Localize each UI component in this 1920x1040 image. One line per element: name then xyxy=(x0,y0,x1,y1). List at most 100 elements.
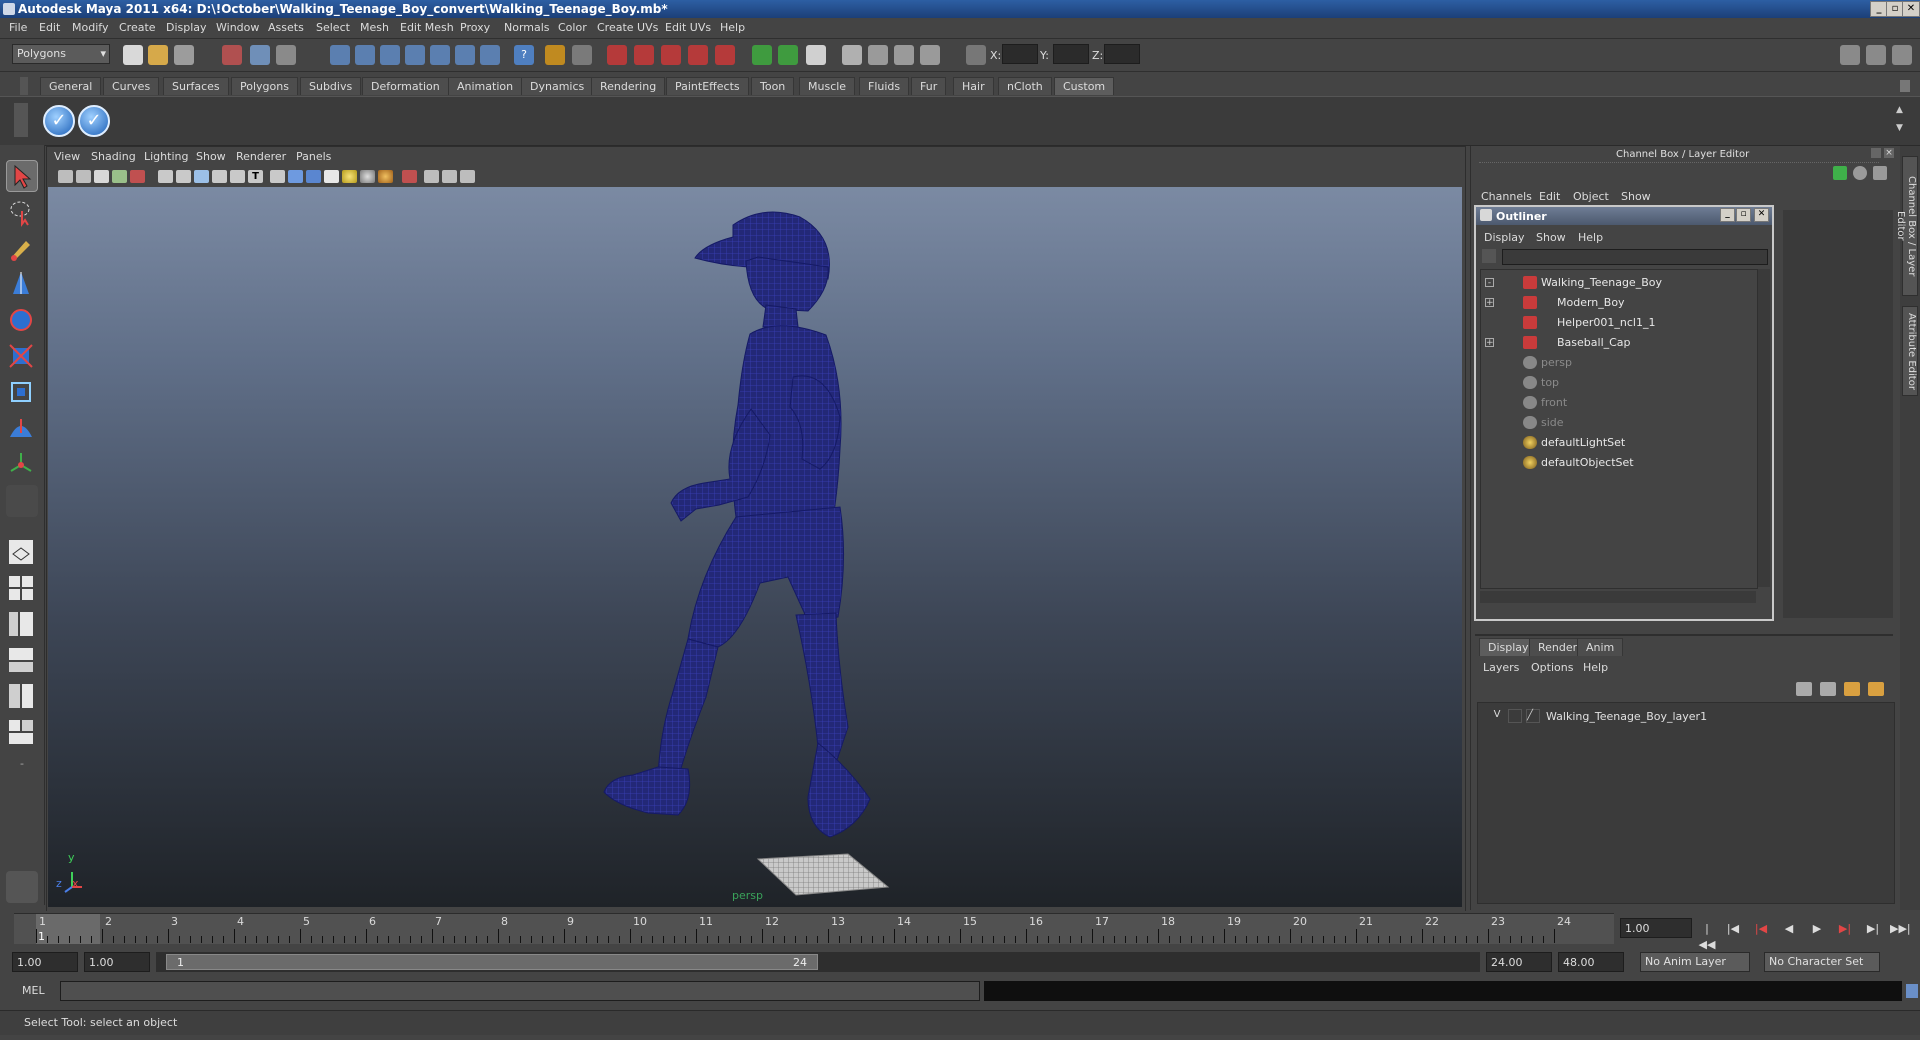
safe-title-icon[interactable]: T xyxy=(248,170,263,183)
show-tool-settings-icon[interactable] xyxy=(1866,45,1886,65)
animation-start-field[interactable]: 1.00 xyxy=(12,952,78,972)
menu-help[interactable]: Help xyxy=(720,21,745,34)
move-layer-up-icon[interactable] xyxy=(1796,682,1812,696)
toolbox-settings-icon[interactable] xyxy=(6,871,38,903)
shelf-menu-icon[interactable] xyxy=(1900,80,1910,92)
shelf-tab-custom[interactable]: Custom xyxy=(1054,77,1115,95)
close-panel-icon[interactable]: × xyxy=(1884,148,1894,158)
menu-set-dropdown[interactable]: Polygons ▾ xyxy=(12,44,110,64)
menu-mesh[interactable]: Mesh xyxy=(360,21,389,34)
menu-edit-uvs[interactable]: Edit UVs xyxy=(665,21,711,34)
move-layer-down-icon[interactable] xyxy=(1820,682,1836,696)
select-by-object-icon[interactable] xyxy=(250,45,270,65)
ipr-render-icon[interactable] xyxy=(634,45,654,65)
construction-history-icon[interactable] xyxy=(480,45,500,65)
animation-end-field[interactable]: 48.00 xyxy=(1558,952,1624,972)
rename-icon[interactable] xyxy=(842,45,862,65)
shelf-tab-muscle[interactable]: Muscle xyxy=(799,77,856,95)
shelf-tab-polygons[interactable]: Polygons xyxy=(231,77,298,95)
outliner-minimize-button[interactable]: _ xyxy=(1720,208,1735,222)
collapse-icon[interactable]: - xyxy=(1485,278,1494,288)
select-camera-icon[interactable] xyxy=(58,170,73,183)
outliner-item[interactable]: front xyxy=(1481,394,1757,412)
persp-trax-layout-icon[interactable] xyxy=(6,717,38,749)
render-view-icon[interactable] xyxy=(715,45,735,65)
shelf-tab-fluids[interactable]: Fluids xyxy=(859,77,910,95)
shelf-grip[interactable] xyxy=(20,77,28,95)
shadows-icon[interactable] xyxy=(360,170,375,183)
shelf-tab-general[interactable]: General xyxy=(40,77,102,95)
menu-display[interactable]: Display xyxy=(166,21,207,34)
safe-action-icon[interactable] xyxy=(230,170,245,183)
step-back-frame-icon[interactable]: |◀ xyxy=(1724,921,1742,937)
outliner-filter-icon[interactable] xyxy=(1482,249,1496,263)
menu-select[interactable]: Select xyxy=(316,21,350,34)
menu-create[interactable]: Create xyxy=(119,21,156,34)
shelf-tab-surfaces[interactable]: Surfaces xyxy=(163,77,229,95)
outliner-close-button[interactable]: ✕ xyxy=(1754,208,1769,222)
script-editor-icon[interactable] xyxy=(1906,984,1918,998)
move-tool-icon[interactable] xyxy=(6,269,38,301)
absolute-transform-icon[interactable] xyxy=(778,45,798,65)
snap-view-plane-icon[interactable] xyxy=(405,45,425,65)
snap-curve-icon[interactable] xyxy=(355,45,375,65)
rotate-tool-icon[interactable] xyxy=(6,305,38,337)
snap-point-icon[interactable] xyxy=(380,45,400,65)
relative-transform-icon[interactable] xyxy=(806,45,826,65)
xray-icon[interactable] xyxy=(424,170,439,183)
universal-manipulator-icon[interactable] xyxy=(6,377,38,409)
menu-edit-mesh[interactable]: Edit Mesh xyxy=(400,21,454,34)
create-layer-from-selected-icon[interactable] xyxy=(1868,682,1884,696)
last-used-tool-icon[interactable] xyxy=(6,485,38,517)
perspective-viewport[interactable]: y x z persp xyxy=(48,187,1462,907)
range-slider-handle[interactable]: 1 24 xyxy=(166,954,818,970)
outliner-menu-display[interactable]: Display xyxy=(1484,231,1525,244)
open-scene-icon[interactable] xyxy=(148,45,168,65)
vp-menu-lighting[interactable]: Lighting xyxy=(144,150,188,163)
image-plane-icon[interactable] xyxy=(112,170,127,183)
vp-menu-show[interactable]: Show xyxy=(196,150,226,163)
channel-box-toggle-icon[interactable] xyxy=(1833,166,1847,180)
shelf-scroll-down-icon[interactable]: ▼ xyxy=(1896,123,1908,135)
outliner-item[interactable]: side xyxy=(1481,414,1757,432)
shelf-tab-animation[interactable]: Animation xyxy=(448,77,523,95)
step-back-key-icon[interactable]: |◀ xyxy=(1752,921,1770,937)
outliner-menu-help[interactable]: Help xyxy=(1578,231,1603,244)
shelf-options-icon[interactable] xyxy=(14,103,28,137)
xray-joints-icon[interactable] xyxy=(442,170,457,183)
select-tool-icon[interactable] xyxy=(6,160,38,192)
shelf-tab-dynamics[interactable]: Dynamics xyxy=(521,77,594,95)
cb-menu-channels[interactable]: Channels xyxy=(1481,190,1532,203)
xray-components-icon[interactable] xyxy=(460,170,475,183)
outliner-item[interactable]: + Baseball_Cap xyxy=(1481,334,1757,352)
wireframe-on-shaded-icon[interactable] xyxy=(306,170,321,183)
float-panel-icon[interactable] xyxy=(1871,148,1881,158)
smooth-shade-icon[interactable] xyxy=(288,170,303,183)
shelf-tab-fur[interactable]: Fur xyxy=(911,77,947,95)
resolution-gate-icon[interactable] xyxy=(176,170,191,183)
z-field[interactable] xyxy=(1104,44,1140,64)
command-input[interactable] xyxy=(60,981,980,1001)
layer-display-type-toggle[interactable] xyxy=(1508,709,1522,723)
render-current-frame-icon[interactable] xyxy=(607,45,627,65)
isolate-select-icon[interactable] xyxy=(402,170,417,183)
vp-menu-view[interactable]: View xyxy=(54,150,80,163)
outliner-item[interactable]: Helper001_ncl1_1 xyxy=(1481,314,1757,332)
show-manipulator-icon[interactable] xyxy=(6,449,38,481)
attribute-editor-side-tab[interactable]: Attribute Editor xyxy=(1902,306,1918,396)
select-by-component-icon[interactable] xyxy=(276,45,296,65)
high-quality-icon[interactable] xyxy=(378,170,393,183)
lock-icon[interactable] xyxy=(545,45,565,65)
outliner-menu-show[interactable]: Show xyxy=(1536,231,1566,244)
camera-attributes-icon[interactable] xyxy=(76,170,91,183)
menu-color[interactable]: Color xyxy=(558,21,587,34)
hypershade-persp-layout-icon[interactable] xyxy=(6,681,38,713)
hypershade-icon[interactable] xyxy=(688,45,708,65)
scale-tool-icon[interactable] xyxy=(6,341,38,373)
range-slider-track[interactable]: 1 24 xyxy=(156,952,1480,972)
y-field[interactable] xyxy=(1053,44,1089,64)
layer-menu-options[interactable]: Options xyxy=(1531,661,1573,674)
new-scene-icon[interactable] xyxy=(123,45,143,65)
go-to-end-icon[interactable]: ▶▶| xyxy=(1890,921,1911,937)
step-forward-key-icon[interactable]: ▶| xyxy=(1836,921,1854,937)
